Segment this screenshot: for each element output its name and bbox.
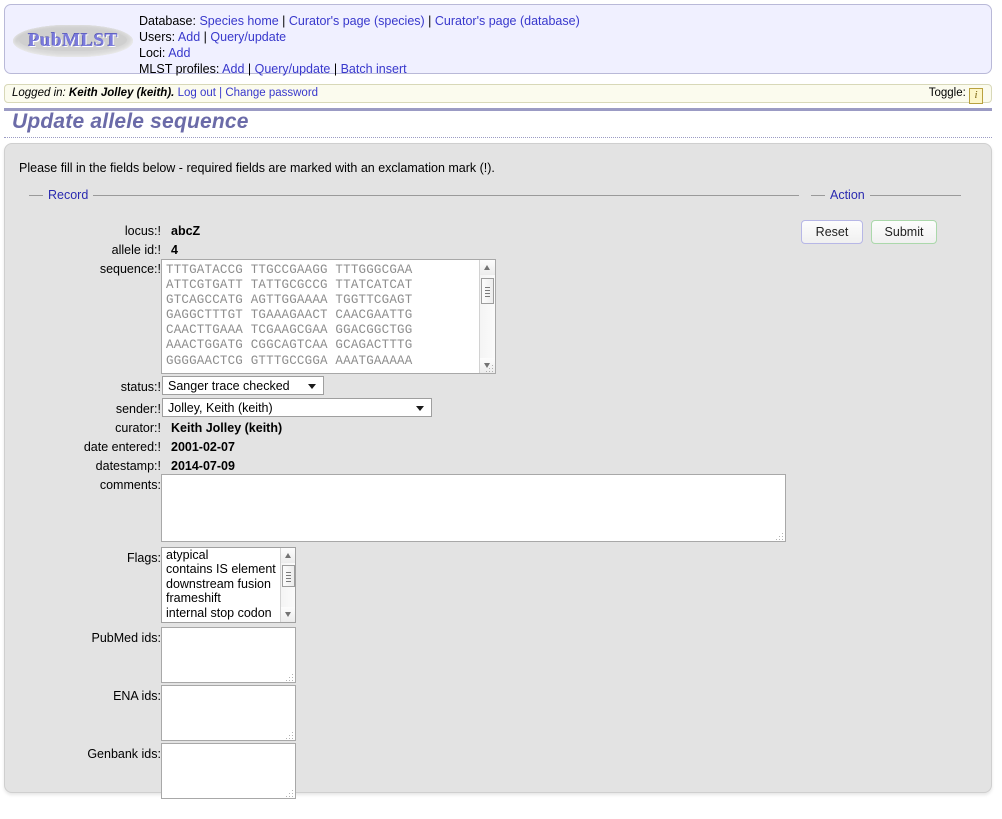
nav-label-database: Database: — [139, 14, 196, 28]
locus-label: locus:! — [124, 224, 161, 238]
submit-button[interactable]: Submit — [871, 220, 937, 244]
nav-separator: | — [247, 62, 252, 76]
nav-link-profiles-add[interactable]: Add — [222, 62, 244, 76]
toggle-label: Toggle: — [928, 87, 966, 99]
pubmlst-logo: PubMLST — [13, 25, 133, 57]
resize-grip-icon[interactable] — [283, 729, 293, 739]
scroll-down-arrow-icon[interactable] — [281, 607, 295, 622]
nav-link-loci-add[interactable]: Add — [168, 46, 190, 60]
site-header: PubMLST Database: Species home | Curator… — [4, 4, 992, 77]
list-item[interactable]: atypical — [162, 548, 295, 562]
nav-link-profiles-batch-insert[interactable]: Batch insert — [341, 62, 407, 76]
ena-ids-textarea[interactable] — [161, 685, 296, 741]
record-fieldset: Record locus:! abcZ allele id:! 4 sequen… — [29, 188, 799, 799]
title-dotted-divider — [4, 137, 992, 138]
form-instructions: Please fill in the fields below - requir… — [19, 161, 495, 175]
status-label: status:! — [120, 380, 161, 394]
scrollbar-thumb[interactable] — [481, 278, 494, 304]
genbank-ids-label: Genbank ids: — [87, 747, 161, 761]
datestamp-label: datestamp:! — [95, 459, 161, 473]
nav-label-users: Users: — [139, 30, 176, 44]
allele-id-label: allele id:! — [111, 243, 161, 257]
list-item[interactable]: downstream fusion — [162, 577, 295, 591]
page-title: Update allele sequence — [12, 110, 249, 133]
sender-selected-value: Jolley, Keith (keith) — [168, 401, 273, 415]
list-item[interactable]: internal stop codon — [162, 606, 295, 620]
nav-row-mlst-profiles: MLST profiles: Add | Query/update | Batc… — [139, 61, 580, 77]
flags-scrollbar[interactable] — [280, 548, 295, 622]
reset-button[interactable]: Reset — [801, 220, 863, 244]
resize-grip-icon[interactable] — [483, 362, 493, 372]
pubmed-ids-label: PubMed ids: — [91, 631, 161, 645]
logout-link[interactable]: Log out — [178, 87, 216, 99]
flags-listbox[interactable]: atypical contains IS element downstream … — [161, 547, 296, 623]
sender-label: sender:! — [115, 402, 161, 416]
main-navigation: Database: Species home | Curator's page … — [139, 13, 580, 77]
nav-link-users-add[interactable]: Add — [178, 30, 200, 44]
chevron-down-icon — [416, 405, 424, 411]
nav-separator: | — [282, 14, 286, 28]
nav-row-users: Users: Add | Query/update — [139, 29, 580, 45]
locus-value: abcZ — [171, 224, 201, 238]
curator-value: Keith Jolley (keith) — [171, 421, 283, 435]
toggle-control[interactable]: Toggle: i — [929, 87, 983, 104]
comments-label: comments: — [99, 478, 161, 492]
change-password-link[interactable]: Change password — [225, 87, 318, 99]
date-entered-value: 2001-02-07 — [171, 440, 235, 454]
sender-select[interactable]: Jolley, Keith (keith) — [162, 398, 432, 417]
scrollbar-thumb[interactable] — [282, 565, 295, 587]
resize-grip-icon[interactable] — [283, 671, 293, 681]
record-legend: Record — [48, 188, 89, 202]
nav-label-loci: Loci: — [139, 46, 166, 60]
logged-in-user: Keith Jolley (keith). — [68, 87, 175, 99]
scroll-up-arrow-icon[interactable] — [281, 548, 295, 563]
list-item[interactable]: frameshift — [162, 591, 295, 605]
nav-separator: | — [428, 14, 432, 28]
nav-separator: | — [333, 62, 338, 76]
status-select[interactable]: Sanger trace checked — [162, 376, 324, 395]
logo-text: PubMLST — [27, 30, 119, 51]
comments-textarea[interactable] — [161, 474, 786, 542]
sequence-label: sequence:! — [99, 262, 161, 276]
nav-link-species-home[interactable]: Species home — [199, 14, 278, 28]
sequence-scrollbar[interactable] — [479, 260, 495, 373]
scroll-up-arrow-icon[interactable] — [480, 260, 495, 275]
nav-link-profiles-query-update[interactable]: Query/update — [255, 62, 331, 76]
nav-row-loci: Loci: Add — [139, 45, 580, 61]
sequence-text: TTTGATACCG TTGCCGAAGG TTTGGGCGAA ATTCGTG… — [166, 263, 413, 368]
chevron-down-icon — [308, 383, 316, 389]
pubmed-ids-textarea[interactable] — [161, 627, 296, 683]
genbank-ids-textarea[interactable] — [161, 743, 296, 799]
status-selected-value: Sanger trace checked — [168, 379, 290, 393]
flags-label: Flags: — [126, 551, 161, 565]
action-fieldset: Action Reset Submit — [801, 188, 961, 248]
resize-grip-icon[interactable] — [283, 787, 293, 797]
allele-id-value: 4 — [171, 243, 178, 257]
list-item[interactable]: contains IS element — [162, 562, 295, 576]
date-entered-label: date entered:! — [83, 440, 161, 454]
nav-separator: | — [203, 30, 207, 44]
sequence-textarea[interactable]: TTTGATACCG TTGCCGAAGG TTTGGGCGAA ATTCGTG… — [161, 259, 496, 374]
ena-ids-label: ENA ids: — [113, 689, 161, 703]
nav-label-mlst-profiles: MLST profiles: — [139, 62, 220, 76]
resize-grip-icon[interactable] — [773, 530, 783, 540]
nav-link-curators-page-database[interactable]: Curator's page (database) — [435, 14, 580, 28]
datestamp-value: 2014-07-09 — [171, 459, 235, 473]
nav-link-curators-page-species[interactable]: Curator's page (species) — [289, 14, 425, 28]
login-status-bar: Logged in: Keith Jolley (keith). Log out… — [4, 84, 992, 104]
main-content-panel: Please fill in the fields below - requir… — [4, 143, 992, 799]
curator-label: curator:! — [115, 421, 161, 435]
nav-row-database: Database: Species home | Curator's page … — [139, 13, 580, 29]
login-status-text: Logged in: Keith Jolley (keith). Log out… — [12, 87, 318, 99]
action-legend: Action — [830, 188, 865, 202]
login-separator: | — [219, 87, 223, 99]
nav-link-users-query-update[interactable]: Query/update — [210, 30, 286, 44]
logged-in-prefix: Logged in: — [12, 87, 66, 99]
info-icon[interactable]: i — [969, 88, 983, 104]
